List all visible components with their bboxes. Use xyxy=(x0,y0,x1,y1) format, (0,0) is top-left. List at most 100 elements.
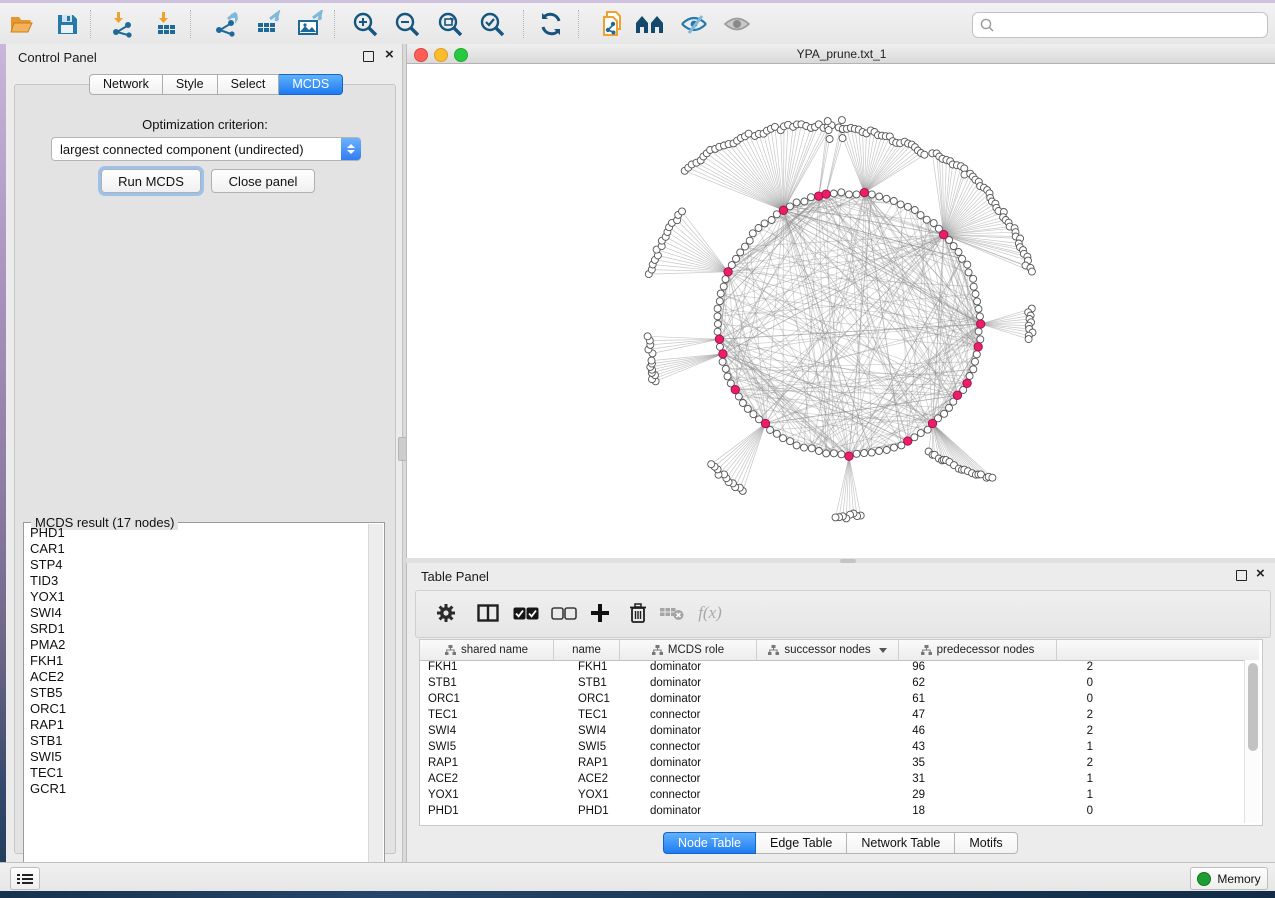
import-table-button[interactable] xyxy=(149,7,183,41)
table-row[interactable]: YOX1YOX1connector291 xyxy=(420,788,1240,804)
mcds-result-item[interactable]: STP4 xyxy=(26,557,366,573)
mcds-result-item[interactable]: SRD1 xyxy=(26,621,366,637)
network-hub-node[interactable] xyxy=(977,320,985,328)
network-leaf-node[interactable] xyxy=(1028,268,1035,275)
table-scrollbar-thumb[interactable] xyxy=(1248,663,1258,751)
network-node[interactable] xyxy=(974,298,981,305)
mcds-result-item[interactable]: PMA2 xyxy=(26,637,366,653)
column-header[interactable]: MCDS role xyxy=(620,640,757,661)
hide-selected-button[interactable] xyxy=(677,7,711,41)
network-node[interactable] xyxy=(965,269,972,276)
mcds-result-item[interactable]: YOX1 xyxy=(26,589,366,605)
network-node[interactable] xyxy=(733,255,740,262)
network-node[interactable] xyxy=(846,191,853,198)
open-session-button[interactable] xyxy=(5,7,39,41)
network-node[interactable] xyxy=(923,216,930,223)
network-node[interactable] xyxy=(868,449,875,456)
network-hub-node[interactable] xyxy=(715,335,723,343)
network-node[interactable] xyxy=(964,261,971,268)
table-row[interactable]: SWI4SWI4dominator462 xyxy=(420,724,1240,740)
network-node[interactable] xyxy=(722,365,729,372)
network-node[interactable] xyxy=(724,373,731,380)
table-row[interactable]: PHD1PHD1dominator180 xyxy=(420,804,1240,820)
network-node[interactable] xyxy=(876,448,883,455)
table-row[interactable]: FKH1FKH1dominator962 xyxy=(420,660,1240,676)
network-node[interactable] xyxy=(793,199,800,206)
network-leaf-node[interactable] xyxy=(839,135,846,142)
network-node[interactable] xyxy=(917,430,924,437)
network-node[interactable] xyxy=(761,220,768,227)
node-table[interactable]: shared namenameMCDS rolesuccessor nodesp… xyxy=(419,639,1263,826)
table-row[interactable]: ACE2ACE2connector311 xyxy=(420,772,1240,788)
mcds-result-item[interactable]: STB5 xyxy=(26,685,366,701)
network-node[interactable] xyxy=(883,447,890,454)
column-header[interactable]: name xyxy=(554,640,620,661)
network-node[interactable] xyxy=(973,351,980,358)
table-row[interactable]: STB1STB1dominator620 xyxy=(420,676,1240,692)
tab-motifs[interactable]: Motifs xyxy=(955,832,1017,854)
mcds-result-scrollbar[interactable] xyxy=(368,524,383,877)
network-node[interactable] xyxy=(746,237,753,244)
network-node[interactable] xyxy=(739,400,746,407)
delete-selected-button[interactable] xyxy=(622,597,654,629)
network-hub-node[interactable] xyxy=(904,437,912,445)
network-hub-node[interactable] xyxy=(731,385,739,393)
network-node[interactable] xyxy=(883,195,890,202)
network-hub-node[interactable] xyxy=(724,268,732,276)
mcds-result-item[interactable]: ORC1 xyxy=(26,701,366,717)
column-header[interactable]: predecessor nodes xyxy=(899,640,1057,661)
column-header[interactable]: shared name xyxy=(420,640,554,661)
zoom-fit-button[interactable] xyxy=(433,7,467,41)
network-node[interactable] xyxy=(975,328,982,335)
network-node[interactable] xyxy=(830,450,837,457)
network-node[interactable] xyxy=(917,212,924,219)
tab-node-table[interactable]: Node Table xyxy=(663,832,756,854)
network-leaf-node[interactable] xyxy=(826,136,833,143)
network-node[interactable] xyxy=(749,230,756,237)
network-node[interactable] xyxy=(970,283,977,290)
mcds-result-item[interactable]: STB1 xyxy=(26,733,366,749)
tab-select[interactable]: Select xyxy=(218,74,280,95)
mcds-result-item[interactable]: TID3 xyxy=(26,573,366,589)
network-hub-node[interactable] xyxy=(953,391,961,399)
mcds-result-item[interactable]: RAP1 xyxy=(26,717,366,733)
network-node[interactable] xyxy=(853,191,860,198)
tab-mcds[interactable]: MCDS xyxy=(279,74,343,95)
network-node[interactable] xyxy=(970,366,977,373)
network-hub-node[interactable] xyxy=(822,190,830,198)
network-node[interactable] xyxy=(808,445,815,452)
zoom-in-button[interactable] xyxy=(348,7,382,41)
network-leaf-node[interactable] xyxy=(644,333,651,340)
export-table-button[interactable] xyxy=(251,7,285,41)
table-row[interactable]: RAP1RAP1dominator352 xyxy=(420,756,1240,772)
tab-network[interactable]: Network xyxy=(89,74,163,95)
close-panel-icon[interactable]: × xyxy=(385,49,394,61)
network-node[interactable] xyxy=(930,220,937,227)
network-node[interactable] xyxy=(808,194,815,201)
network-node[interactable] xyxy=(716,343,723,350)
apply-layout-button[interactable] xyxy=(534,7,568,41)
network-node[interactable] xyxy=(976,313,983,320)
network-node[interactable] xyxy=(722,276,729,283)
network-node[interactable] xyxy=(716,298,723,305)
network-node[interactable] xyxy=(838,451,845,458)
network-node[interactable] xyxy=(773,430,780,437)
network-hub-node[interactable] xyxy=(963,379,971,387)
network-node[interactable] xyxy=(755,225,762,232)
network-leaf-node[interactable] xyxy=(648,357,655,364)
network-leaf-node[interactable] xyxy=(832,514,839,521)
network-node[interactable] xyxy=(876,193,883,200)
table-settings-button[interactable] xyxy=(430,597,462,629)
network-node[interactable] xyxy=(720,283,727,290)
memory-button[interactable]: Memory xyxy=(1190,867,1268,890)
mcds-result-item[interactable]: GCR1 xyxy=(26,781,366,797)
zoom-selected-button[interactable] xyxy=(475,7,509,41)
network-node[interactable] xyxy=(955,249,962,256)
network-node[interactable] xyxy=(904,203,911,210)
import-network-button[interactable] xyxy=(105,7,139,41)
network-node[interactable] xyxy=(714,305,721,312)
network-hub-node[interactable] xyxy=(860,188,868,196)
network-node[interactable] xyxy=(744,405,751,412)
network-canvas[interactable] xyxy=(407,64,1275,558)
network-node[interactable] xyxy=(768,217,775,224)
